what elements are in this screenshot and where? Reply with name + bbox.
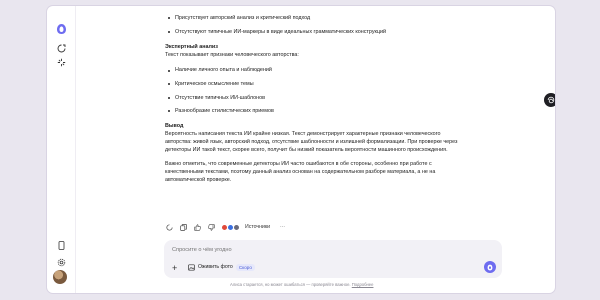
refresh-icon[interactable] bbox=[165, 223, 173, 231]
assistant-message: Присутствует авторский анализ и критичес… bbox=[165, 6, 465, 190]
section-heading: Экспертный анализ bbox=[165, 43, 218, 50]
settings-icon[interactable] bbox=[54, 255, 68, 269]
alice-icon bbox=[487, 264, 493, 270]
copy-icon[interactable] bbox=[179, 223, 187, 231]
image-icon bbox=[188, 263, 195, 271]
history-icon[interactable] bbox=[54, 55, 68, 69]
sources-icons[interactable] bbox=[221, 223, 240, 231]
plus-icon[interactable]: + bbox=[172, 264, 177, 273]
more-button[interactable]: ⋯ bbox=[280, 224, 285, 230]
composer: + Оживить фото Скоро bbox=[164, 240, 502, 278]
revive-photo-label: Оживить фото bbox=[198, 264, 233, 270]
more-info-link[interactable]: Подробнее bbox=[352, 282, 374, 287]
app-window: Присутствует авторский анализ и критичес… bbox=[47, 6, 555, 293]
list-item: Критическое осмысление темы bbox=[165, 80, 465, 88]
disclaimer: Алиса старается, но может ошибаться — пр… bbox=[230, 282, 373, 287]
spiral-icon bbox=[547, 96, 555, 104]
phone-icon[interactable] bbox=[54, 238, 68, 252]
revive-photo-button[interactable]: Оживить фото Скоро bbox=[188, 262, 255, 272]
list-item: Наличие личного опыта и наблюдений bbox=[165, 66, 465, 74]
message-actions: Источники ⋯ bbox=[165, 222, 285, 232]
list-item: Отсутствие типичных ИИ-шаблонов bbox=[165, 94, 465, 102]
list-item: Отсутствуют типичные ИИ-маркеры в виде и… bbox=[165, 28, 465, 36]
list-item: Присутствует авторский анализ и критичес… bbox=[165, 14, 465, 22]
avatar[interactable] bbox=[53, 270, 67, 284]
floating-scroll-button[interactable] bbox=[544, 93, 555, 107]
section-heading: Вывод bbox=[165, 122, 184, 129]
new-chat-icon[interactable] bbox=[54, 41, 68, 55]
alice-logo-icon[interactable] bbox=[54, 22, 68, 36]
sidebar bbox=[47, 6, 76, 293]
thumbs-down-icon[interactable] bbox=[207, 223, 215, 231]
sources-button[interactable]: Источники bbox=[245, 224, 270, 230]
paragraph: Важно отметить, что современные детектор… bbox=[165, 160, 436, 184]
voice-button[interactable] bbox=[484, 261, 496, 273]
message-input[interactable] bbox=[172, 245, 422, 254]
soon-badge: Скоро bbox=[235, 263, 255, 271]
thumbs-up-icon[interactable] bbox=[193, 223, 201, 231]
disclaimer-text: Алиса старается, но может ошибаться — пр… bbox=[230, 282, 351, 287]
paragraph: Вероятность написания текста ИИ крайне н… bbox=[165, 130, 458, 154]
paragraph: Текст показывает признаки человеческого … bbox=[165, 52, 299, 59]
list-item: Разнообразие стилистических приемов bbox=[165, 107, 465, 115]
